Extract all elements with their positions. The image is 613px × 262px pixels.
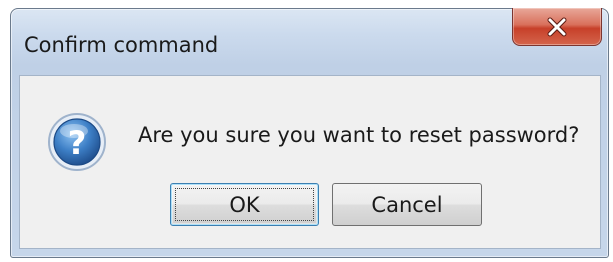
question-icon: ? xyxy=(46,111,108,173)
svg-text:?: ? xyxy=(68,124,87,162)
ok-button[interactable]: OK xyxy=(170,183,319,226)
cancel-label: Cancel xyxy=(371,192,443,217)
close-icon xyxy=(546,17,568,37)
dialog-body: ? Are you sure you want to reset passwor… xyxy=(19,75,601,249)
ok-label: OK xyxy=(229,192,260,217)
confirm-dialog: Confirm command ? Are you sure you want … xyxy=(10,8,609,258)
cancel-button[interactable]: Cancel xyxy=(332,183,482,226)
title-bar[interactable]: Confirm command xyxy=(11,8,608,75)
dialog-title: Confirm command xyxy=(24,33,219,57)
close-button[interactable] xyxy=(512,8,602,46)
confirm-message: Are you sure you want to reset password? xyxy=(138,123,580,147)
